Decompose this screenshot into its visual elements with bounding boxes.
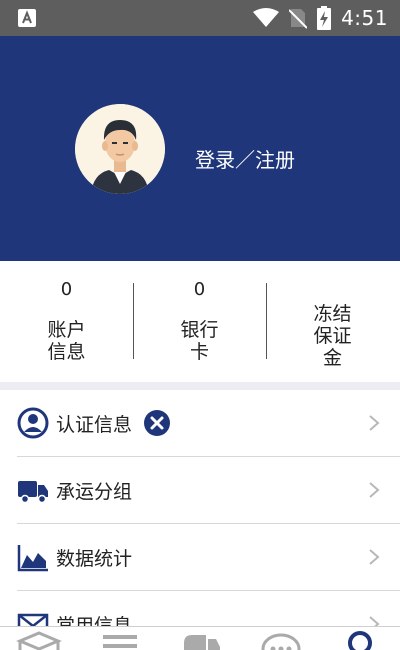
stat-label: 冻结 保证 金 xyxy=(313,303,352,369)
stat-value: 0 xyxy=(193,279,206,300)
stat-bank-card[interactable]: 0 银行 卡 xyxy=(133,261,266,382)
menu-item-carrier-groups[interactable]: 承运分组 xyxy=(0,457,400,524)
chevron-right-icon xyxy=(369,482,380,498)
menu-item-label: 认证信息 xyxy=(56,414,133,436)
user-circle-icon xyxy=(17,407,49,439)
avatar[interactable] xyxy=(75,104,165,194)
status-time: 4:51 xyxy=(341,6,388,30)
profile-header: 登录／注册 xyxy=(0,36,400,261)
chevron-right-icon xyxy=(369,415,380,431)
stat-frozen-deposit[interactable]: 冻结 保证 金 xyxy=(266,261,399,382)
truck-icon[interactable] xyxy=(176,629,226,650)
status-icons: 4:51 xyxy=(253,0,388,36)
section-gap xyxy=(0,382,400,390)
stat-value: 0 xyxy=(60,279,73,300)
stat-label: 账户 信息 xyxy=(47,319,86,363)
close-circle-icon xyxy=(144,410,170,436)
chevron-right-icon xyxy=(369,549,380,565)
app-notification-icon xyxy=(18,9,36,27)
user-avatar-icon xyxy=(75,104,165,194)
area-chart-icon xyxy=(17,545,48,572)
battery-charging-icon xyxy=(317,6,332,30)
login-register-link[interactable]: 登录／注册 xyxy=(195,144,295,173)
status-bar: 4:51 xyxy=(0,0,400,36)
chat-icon[interactable] xyxy=(256,629,306,650)
menu-item-label: 承运分组 xyxy=(56,481,133,503)
stat-label: 银行 卡 xyxy=(180,319,219,363)
stat-account-info[interactable]: 0 账户 信息 xyxy=(0,261,133,382)
account-stats: 0 账户 信息 0 银行 卡 冻结 保证 金 xyxy=(0,261,400,382)
menu-item-label: 数据统计 xyxy=(56,548,133,570)
menu-item-statistics[interactable]: 数据统计 xyxy=(0,524,400,591)
cube-icon[interactable] xyxy=(14,629,64,650)
bottom-nav xyxy=(0,626,400,650)
truck-icon xyxy=(18,481,48,504)
no-sim-icon xyxy=(289,9,308,29)
user-search-icon[interactable] xyxy=(336,629,386,650)
wifi-icon xyxy=(253,8,280,27)
list-icon[interactable] xyxy=(95,629,145,650)
menu-item-certification[interactable]: 认证信息 xyxy=(0,390,400,457)
